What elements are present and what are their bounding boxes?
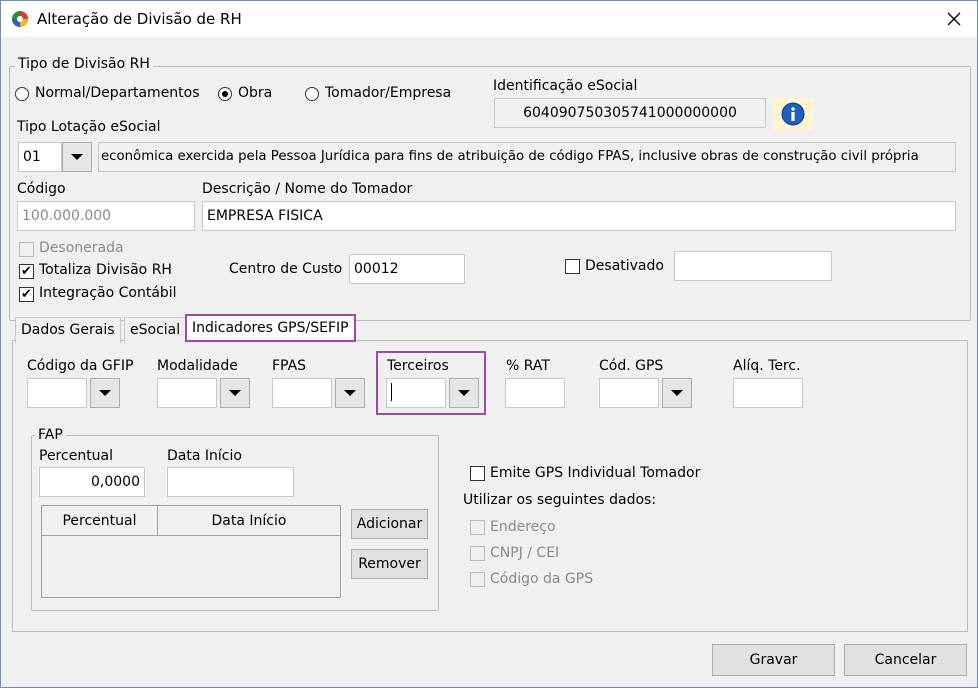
info-icon xyxy=(781,102,805,126)
tipo-divisao-group xyxy=(9,66,971,321)
tipo-lotacao-label: Tipo Lotação eSocial xyxy=(17,119,161,135)
desonerada-label: Desonerada xyxy=(39,240,124,256)
codigo-gfip-field[interactable] xyxy=(27,378,87,408)
info-button[interactable] xyxy=(773,98,813,130)
cancelar-button[interactable]: Cancelar xyxy=(844,644,967,676)
cnpj-label: CNPJ / CEI xyxy=(490,545,560,561)
chevron-down-icon xyxy=(229,390,241,396)
tipo-lotacao-dropdown[interactable] xyxy=(62,142,92,172)
identificacao-label: Identificação eSocial xyxy=(493,78,638,94)
tab-dados-gerais[interactable]: Dados Gerais xyxy=(15,317,121,343)
chevron-down-icon xyxy=(99,390,111,396)
title-bar: Alteração de Divisão de RH xyxy=(1,1,977,37)
app-icon xyxy=(12,11,28,27)
cancelar-label: Cancelar xyxy=(874,652,937,668)
tab-indicadores-label: Indicadores GPS/SEFIP xyxy=(192,320,349,336)
fap-col-data-inicio[interactable]: Data Início xyxy=(158,506,340,536)
cod-gps-label: Cód. GPS xyxy=(599,358,664,374)
desativado-field[interactable] xyxy=(674,251,832,281)
tipo-lotacao-description: econômica exercida pela Pessoa Jurídica … xyxy=(98,142,956,172)
tipo-lotacao-code[interactable]: 01 xyxy=(18,142,62,172)
totaliza-checkbox[interactable]: ✔ xyxy=(19,264,34,279)
rat-field[interactable] xyxy=(505,378,565,408)
radio-obra-label: Obra xyxy=(238,85,273,101)
chevron-down-icon xyxy=(344,390,356,396)
fpas-field[interactable] xyxy=(272,378,332,408)
endereco-label: Endereço xyxy=(490,519,556,535)
text-cursor xyxy=(391,383,392,401)
codigo-gps-checkbox[interactable] xyxy=(470,572,485,587)
modalidade-dropdown[interactable] xyxy=(220,378,250,408)
tab-dados-gerais-label: Dados Gerais xyxy=(21,322,115,338)
rat-label: % RAT xyxy=(506,358,550,374)
chevron-down-icon xyxy=(671,390,683,396)
fap-data-inicio-field[interactable] xyxy=(167,467,294,497)
terceiros-label: Terceiros xyxy=(387,358,449,374)
integracao-label: Integração Contábil xyxy=(39,285,177,301)
fap-col-percentual[interactable]: Percentual xyxy=(42,506,158,536)
aliq-terc-label: Alíq. Terc. xyxy=(733,358,801,374)
chevron-down-icon xyxy=(458,390,470,396)
cod-gps-dropdown[interactable] xyxy=(662,378,692,408)
chevron-down-icon xyxy=(71,154,83,160)
terceiros-field[interactable] xyxy=(386,378,446,408)
fap-title: FAP xyxy=(35,427,66,443)
close-button[interactable] xyxy=(931,1,977,37)
endereco-checkbox[interactable] xyxy=(470,520,485,535)
radio-normal-label: Normal/Departamentos xyxy=(35,85,200,101)
codigo-label: Código xyxy=(17,181,66,197)
fap-percentual-field[interactable]: 0,0000 xyxy=(39,467,145,497)
descricao-label: Descrição / Nome do Tomador xyxy=(202,181,413,197)
radio-normal[interactable] xyxy=(15,87,29,101)
fap-percentual-label: Percentual xyxy=(39,448,114,464)
integracao-checkbox[interactable]: ✔ xyxy=(19,287,34,302)
radio-tomador-label: Tomador/Empresa xyxy=(325,85,452,101)
fap-table: Percentual Data Início xyxy=(41,505,341,598)
fap-data-inicio-label: Data Início xyxy=(167,448,242,464)
modalidade-field[interactable] xyxy=(157,378,217,408)
cnpj-checkbox[interactable] xyxy=(470,546,485,561)
totaliza-label: Totaliza Divisão RH xyxy=(39,262,172,278)
modalidade-label: Modalidade xyxy=(157,358,238,374)
gravar-button[interactable]: Gravar xyxy=(712,644,835,676)
utilizar-label: Utilizar os seguintes dados: xyxy=(463,492,657,508)
cod-gps-field[interactable] xyxy=(599,378,659,408)
terceiros-dropdown[interactable] xyxy=(449,378,479,408)
window-title: Alteração de Divisão de RH xyxy=(37,10,242,28)
tab-esocial[interactable]: eSocial xyxy=(124,317,187,343)
emite-gps-label: Emite GPS Individual Tomador xyxy=(490,465,701,481)
desativado-label: Desativado xyxy=(585,258,664,274)
codigo-gfip-label: Código da GFIP xyxy=(27,358,134,374)
aliq-terc-field[interactable] xyxy=(733,378,803,408)
close-icon xyxy=(947,12,961,26)
radio-obra[interactable] xyxy=(218,87,232,101)
adicionar-button[interactable]: Adicionar xyxy=(351,509,428,539)
identificacao-field: 604090750305741000000000 xyxy=(494,98,766,128)
tab-indicadores-gps[interactable]: Indicadores GPS/SEFIP xyxy=(185,314,356,342)
codigo-gps-label: Código da GPS xyxy=(490,571,594,587)
fpas-dropdown[interactable] xyxy=(335,378,365,408)
centro-custo-field[interactable]: 00012 xyxy=(349,254,465,284)
descricao-field[interactable]: EMPRESA FISICA xyxy=(202,201,956,231)
emite-gps-checkbox[interactable] xyxy=(470,466,485,481)
tipo-divisao-title: Tipo de Divisão RH xyxy=(15,56,153,72)
desonerada-checkbox[interactable] xyxy=(19,242,34,257)
radio-tomador[interactable] xyxy=(305,87,319,101)
dialog-window: Alteração de Divisão de RH Tipo de Divis… xyxy=(0,0,978,688)
fpas-label: FPAS xyxy=(272,358,307,374)
tab-esocial-label: eSocial xyxy=(130,322,181,338)
centro-custo-label: Centro de Custo xyxy=(229,261,343,277)
desativado-checkbox[interactable] xyxy=(565,259,580,274)
gravar-label: Gravar xyxy=(749,652,798,668)
codigo-gfip-dropdown[interactable] xyxy=(90,378,120,408)
codigo-field[interactable]: 100.000.000 xyxy=(17,201,195,231)
remover-button[interactable]: Remover xyxy=(351,549,428,579)
